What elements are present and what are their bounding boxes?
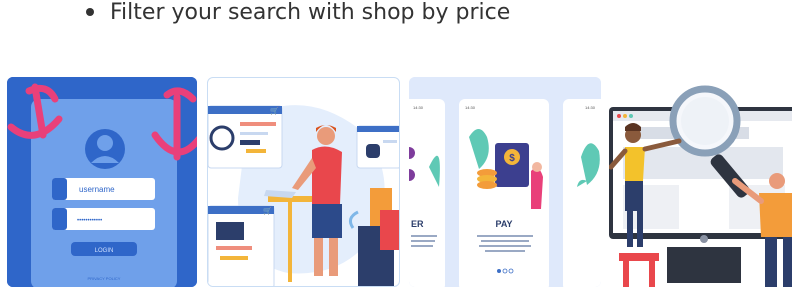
login-label: LOGIN xyxy=(95,248,114,254)
shopping-illustration-card[interactable]: 🛒 🛒 xyxy=(207,77,400,287)
phone-screen-left: 14:30 ER xyxy=(409,99,445,287)
svg-text:$: $ xyxy=(509,153,515,164)
svg-text:14:30: 14:30 xyxy=(413,105,424,110)
phone-screen-right: 14:30 xyxy=(563,99,601,287)
shopping-bag xyxy=(380,210,399,250)
user-avatar-icon xyxy=(85,129,125,169)
monitor-stand xyxy=(667,247,741,283)
cart-icon: 🛒 xyxy=(263,206,272,215)
bullet-dot xyxy=(86,8,94,16)
svg-text:14:30: 14:30 xyxy=(465,105,476,110)
pay-title: PAY xyxy=(495,219,512,229)
password-field[interactable] xyxy=(52,208,155,230)
lock-icon xyxy=(52,178,67,200)
page-dot-active xyxy=(497,269,501,273)
lock-icon xyxy=(52,208,67,230)
svg-text:14:30: 14:30 xyxy=(585,105,596,110)
phone-screen-center: 14:30 $ PAY xyxy=(459,99,549,287)
svg-text:ER: ER xyxy=(411,219,424,229)
bullet-item: Filter your search with shop by price xyxy=(86,0,510,28)
password-mask: •••••••••••• xyxy=(77,218,102,224)
search-illustration-card[interactable] xyxy=(609,77,792,287)
browser-window: 🛒 xyxy=(208,105,283,169)
username-label: username xyxy=(79,185,115,194)
cart-icon: 🛒 xyxy=(270,106,279,115)
mobile-app-illustration-card[interactable]: 14:30 ER 14:30 $ PAY 14:30 xyxy=(409,77,601,287)
login-illustration-card[interactable]: username •••••••••••• LOGIN PRIVACY POLI… xyxy=(7,77,197,287)
privacy-policy-link[interactable]: PRIVACY POLICY xyxy=(88,276,121,281)
bullet-text: Filter your search with shop by price xyxy=(110,0,511,25)
browser-window: 🛒 xyxy=(208,205,275,286)
product-window xyxy=(356,125,399,169)
